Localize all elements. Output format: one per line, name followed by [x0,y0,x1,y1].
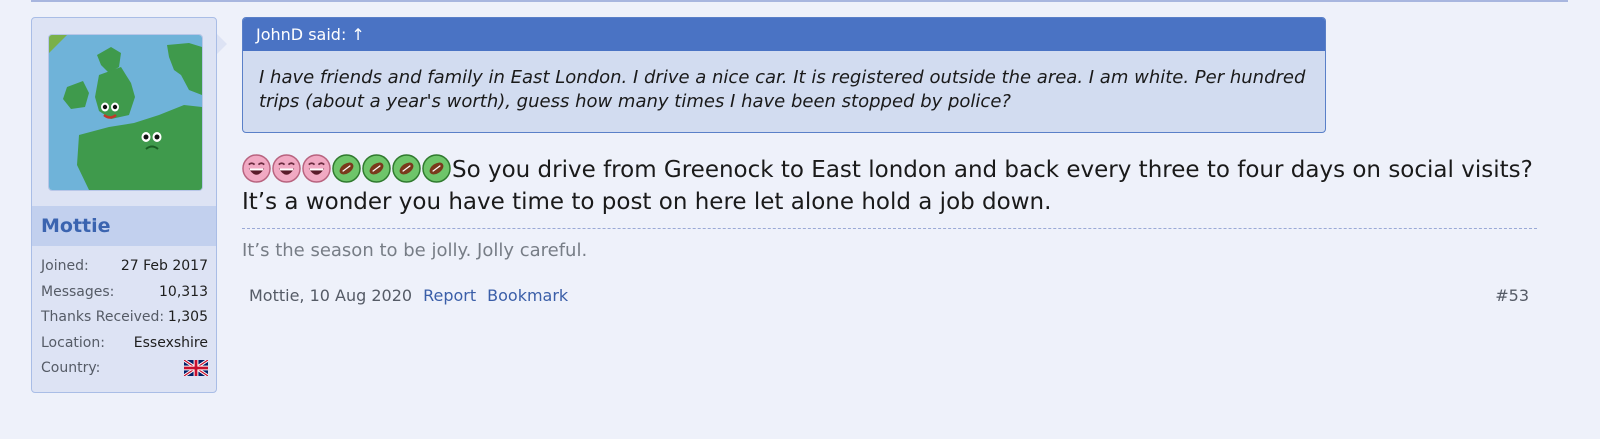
map-avatar-icon [49,35,202,190]
stat-label: Joined: [41,258,89,274]
stat-value: 1,305 [167,309,208,325]
stat-country: Country: [41,356,208,382]
user-card: Mottie Joined: 27 Feb 2017 Messages: 10,… [31,17,217,393]
quote-text: I have friends and family in East London… [259,67,1306,112]
ball-icon [332,154,361,183]
post-number[interactable]: #53 [1495,285,1529,307]
laugh-icon [272,154,301,183]
online-badge-icon [49,35,67,53]
stat-label: Location: [41,334,105,351]
bookmark-link[interactable]: Bookmark [487,286,568,305]
avatar[interactable] [48,34,203,191]
quote-header[interactable]: JohnD said: ↑ [243,18,1325,51]
stat-value: 27 Feb 2017 [120,258,208,274]
post-footer: Mottie, 10 Aug 2020 Report Bookmark [249,285,568,307]
post-meta[interactable]: Mottie, 10 Aug 2020 [249,286,412,305]
post-body: So you drive from Greenock to East londo… [242,154,1542,218]
ball-icon [362,154,391,183]
laugh-icon [242,154,271,183]
ball-icon [392,154,421,183]
username[interactable]: Mottie [32,206,216,246]
laugh-icon [302,154,331,183]
ball-icon [422,154,451,183]
report-link[interactable]: Report [423,286,476,305]
signature-divider [242,228,1537,229]
stat-value[interactable]: 10,313 [159,280,208,306]
stat-label: Country: [41,360,101,376]
stat-location: Location: Essexshire [41,331,208,357]
stat-value: Essexshire [133,334,208,351]
top-divider [31,0,1568,2]
stat-label: Messages: [41,283,115,300]
stat-label: Thanks Received: [41,309,165,325]
quote-block: JohnD said: ↑ I have friends and family … [242,17,1326,133]
uk-flag-icon [184,360,208,376]
stat-messages: Messages: 10,313 [41,280,208,306]
stat-thanks: Thanks Received: 1,305 [41,305,208,331]
signature: It’s the season to be jolly. Jolly caref… [242,240,588,261]
card-pointer [217,34,227,54]
user-stats: Joined: 27 Feb 2017 Messages: 10,313 Tha… [41,254,208,382]
stat-joined: Joined: 27 Feb 2017 [41,254,208,280]
